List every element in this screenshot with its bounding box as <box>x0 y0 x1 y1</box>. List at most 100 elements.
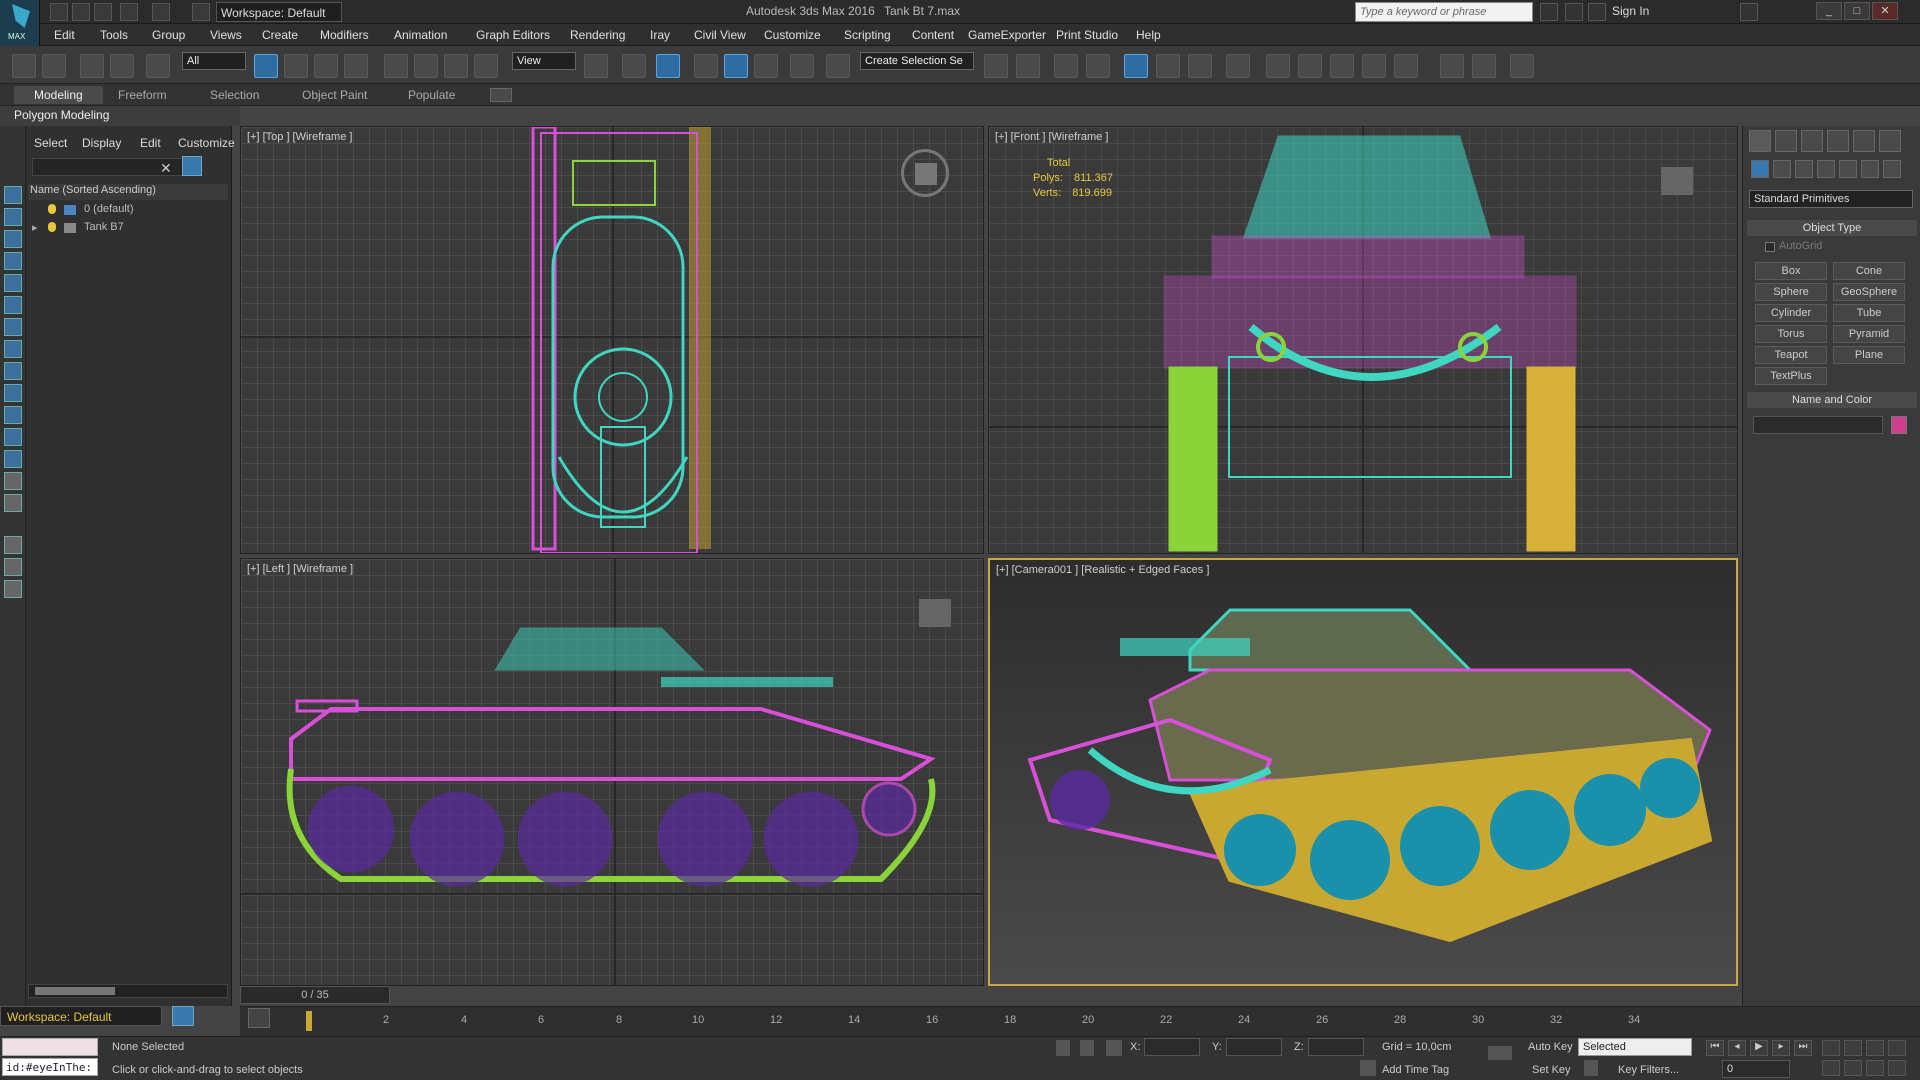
shapes-icon[interactable] <box>1773 160 1791 178</box>
key-filter-icon[interactable] <box>1584 1060 1598 1076</box>
ribbon-tab-selection[interactable]: Selection <box>210 88 259 102</box>
x-coordinate-field[interactable] <box>1144 1038 1200 1056</box>
torus-button[interactable]: Torus <box>1755 325 1827 343</box>
display-geometry-icon[interactable] <box>4 208 22 226</box>
maximize-viewport-icon[interactable] <box>1866 1060 1884 1076</box>
display-xrefs-icon[interactable] <box>4 362 22 380</box>
selection-filter-dropdown[interactable]: All <box>182 52 246 70</box>
maximize-button[interactable]: □ <box>1844 2 1870 20</box>
bind-space-warp-icon[interactable] <box>146 54 170 78</box>
display-hidden-icon[interactable] <box>4 450 22 468</box>
motion-tab-icon[interactable] <box>1827 130 1849 152</box>
pivot-center-icon[interactable] <box>584 54 608 78</box>
sign-in-button[interactable]: Sign In <box>1612 4 1649 18</box>
lights-icon[interactable] <box>1795 160 1813 178</box>
align-icon[interactable] <box>1016 54 1040 78</box>
textplus-button[interactable]: TextPlus <box>1755 367 1827 385</box>
y-coordinate-field[interactable] <box>1226 1038 1282 1056</box>
workspace-dropdown[interactable]: Workspace: Default <box>216 2 342 22</box>
scene-tab-display[interactable]: Display <box>82 136 121 150</box>
viewport-label[interactable]: [+] [Top ] [Wireframe ] <box>247 131 352 143</box>
z-coordinate-field[interactable] <box>1308 1038 1364 1056</box>
display-helpers-icon[interactable] <box>4 296 22 314</box>
autogrid-checkbox[interactable] <box>1765 242 1775 252</box>
display-lights-icon[interactable] <box>4 252 22 270</box>
geometry-icon[interactable] <box>1751 160 1769 178</box>
display-bones-icon[interactable] <box>4 384 22 402</box>
go-to-end-icon[interactable]: ⏭ <box>1794 1040 1812 1056</box>
display-groups-icon[interactable] <box>4 340 22 358</box>
display-tab-icon[interactable] <box>1853 130 1875 152</box>
render-activeshade-icon[interactable] <box>1394 54 1418 78</box>
zoom-extents-icon[interactable] <box>1822 1060 1840 1076</box>
maxscript-listener-mini[interactable] <box>2 1038 98 1056</box>
undo-icon[interactable] <box>12 54 36 78</box>
object-category-dropdown[interactable]: Standard Primitives <box>1749 190 1913 208</box>
render-production-icon[interactable] <box>1330 54 1354 78</box>
civil-view-icon[interactable] <box>1440 54 1464 78</box>
menu-rendering[interactable]: Rendering <box>570 28 625 42</box>
helpers-icon[interactable] <box>1839 160 1857 178</box>
object-color-swatch[interactable] <box>1891 416 1907 434</box>
walk-through-icon[interactable] <box>1866 1040 1884 1056</box>
pyramid-button[interactable]: Pyramid <box>1833 325 1905 343</box>
add-time-tag[interactable]: Add Time Tag <box>1382 1064 1449 1076</box>
display-none-icon[interactable] <box>4 472 22 490</box>
name-and-color-rollout[interactable]: Name and Color <box>1747 392 1917 408</box>
menu-views[interactable]: Views <box>210 28 242 42</box>
ribbon-tab-object-paint[interactable]: Object Paint <box>302 88 367 102</box>
previous-frame-icon[interactable]: ◂ <box>1728 1040 1746 1056</box>
close-button[interactable]: ✕ <box>1872 2 1898 20</box>
mini-curve-editor-icon[interactable] <box>248 1008 270 1028</box>
menu-tools[interactable]: Tools <box>100 28 128 42</box>
layer-sort-icon[interactable] <box>4 558 22 576</box>
search-input[interactable]: Type a keyword or phrase <box>1355 2 1533 22</box>
undo-quick-icon[interactable] <box>120 3 138 21</box>
select-by-name-icon[interactable] <box>284 54 308 78</box>
teapot-button[interactable]: Teapot <box>1755 346 1827 364</box>
open-file-icon[interactable] <box>72 3 90 21</box>
dolly-camera-icon[interactable] <box>1888 1060 1906 1076</box>
maxscript-input[interactable]: id:#eyeInThe: <box>2 1058 98 1076</box>
render-setup-icon[interactable] <box>1266 54 1290 78</box>
placement-icon[interactable] <box>474 54 498 78</box>
geosphere-button[interactable]: GeoSphere <box>1833 283 1905 301</box>
set-key-key-icon[interactable] <box>1488 1046 1512 1060</box>
selection-lock-icon[interactable] <box>1080 1040 1094 1056</box>
window-crossing-icon[interactable] <box>344 54 368 78</box>
angle-snap-icon[interactable] <box>724 54 748 78</box>
ribbon-tab-modeling[interactable]: Modeling <box>14 86 103 104</box>
absolute-mode-icon[interactable] <box>1106 1040 1122 1056</box>
find-icon[interactable] <box>182 156 202 176</box>
ribbon-tab-freeform[interactable]: Freeform <box>118 88 167 102</box>
menu-scripting[interactable]: Scripting <box>844 28 891 42</box>
layer-row-tank[interactable]: ▸ Tank B7 <box>28 220 228 236</box>
zoom-region-icon[interactable] <box>1844 1060 1862 1076</box>
object-type-rollout[interactable]: Object Type <box>1747 220 1917 236</box>
viewcube-icon[interactable] <box>1661 167 1693 195</box>
viewport-top[interactable]: [+] [Top ] [Wireframe ] <box>240 126 984 554</box>
menu-animation[interactable]: Animation <box>394 28 447 42</box>
utilities-tab-icon[interactable] <box>1879 130 1901 152</box>
systems-icon[interactable] <box>1883 160 1901 178</box>
modify-tab-icon[interactable] <box>1775 130 1797 152</box>
rotate-icon[interactable] <box>414 54 438 78</box>
current-frame-field[interactable]: 0 <box>1722 1060 1790 1078</box>
ribbon-toggle-icon[interactable] <box>1124 54 1148 78</box>
percent-snap-icon[interactable] <box>754 54 778 78</box>
track-bar[interactable] <box>240 1006 1920 1036</box>
scrollbar-thumb[interactable] <box>35 987 115 995</box>
help-icon[interactable] <box>1740 3 1758 21</box>
pan-view-icon[interactable] <box>1822 1040 1840 1056</box>
select-object-icon[interactable] <box>254 54 278 78</box>
plane-button[interactable]: Plane <box>1833 346 1905 364</box>
box-button[interactable]: Box <box>1755 262 1827 280</box>
redo-icon[interactable] <box>42 54 66 78</box>
ribbon-tab-populate[interactable]: Populate <box>408 88 455 102</box>
menu-edit[interactable]: Edit <box>54 28 75 42</box>
time-slider[interactable]: 0 / 35 <box>240 986 390 1004</box>
new-file-icon[interactable] <box>50 3 68 21</box>
display-spacewarps-icon[interactable] <box>4 318 22 336</box>
isolate-selection-icon[interactable] <box>1056 1040 1070 1056</box>
rendered-frame-window-icon[interactable] <box>1298 54 1322 78</box>
